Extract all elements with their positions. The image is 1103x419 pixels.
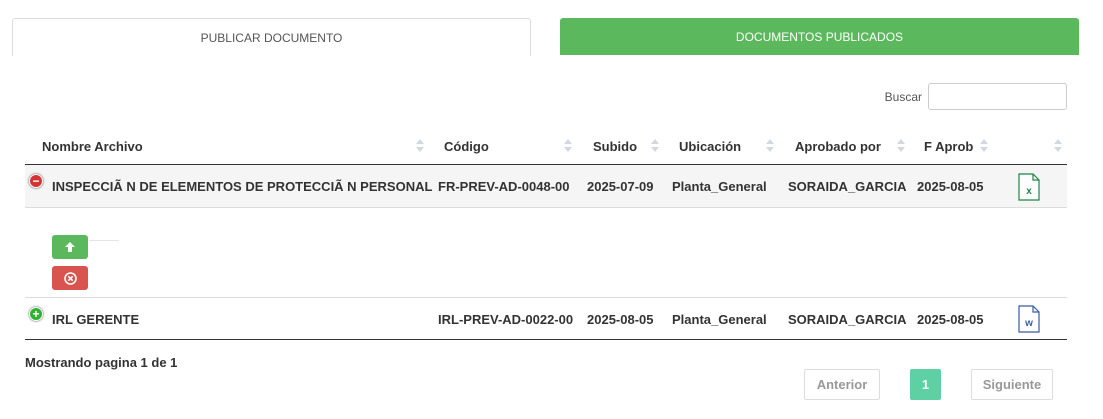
header-ubicacion[interactable]: Ubicación [679, 127, 741, 165]
delete-button[interactable] [52, 266, 88, 290]
cell-codigo: FR-PREV-AD-0048-00 [438, 179, 570, 194]
cell-nombre: IRL GERENTE [52, 312, 140, 327]
circle-x-icon [63, 271, 77, 285]
arrow-up-icon [65, 242, 75, 252]
row-detail [25, 208, 1067, 297]
upload-button[interactable] [52, 235, 88, 259]
sort-icon[interactable] [564, 139, 572, 153]
sort-icon[interactable] [897, 139, 905, 153]
cell-f-aprob: 2025-08-05 [917, 312, 984, 327]
search-label: Buscar [884, 89, 922, 104]
cell-ubicacion: Planta_General [672, 312, 767, 327]
documents-table: Nombre Archivo Código Subido Ubicación A… [25, 127, 1067, 340]
table-row: − INSPECCIÃ N DE ELEMENTOS DE PROTECCIÃ … [25, 165, 1067, 208]
pagination-info: Mostrando pagina 1 de 1 [25, 355, 178, 370]
sort-icon[interactable] [766, 139, 774, 153]
pagination-next-button[interactable]: Siguiente [971, 369, 1053, 400]
tab-documentos-publicados[interactable]: DOCUMENTOS PUBLICADOS [560, 18, 1079, 55]
collapse-row-icon[interactable]: − [29, 174, 43, 188]
header-aprobado-por[interactable]: Aprobado por [795, 127, 881, 165]
word-file-icon[interactable]: w [1018, 305, 1040, 333]
search-input[interactable] [928, 83, 1067, 110]
pagination-previous-button[interactable]: Anterior [804, 369, 880, 400]
cell-ubicacion: Planta_General [672, 179, 767, 194]
sort-icon[interactable] [416, 139, 424, 153]
expand-row-icon[interactable]: + [29, 307, 43, 321]
svg-text:w: w [1024, 318, 1033, 329]
header-codigo[interactable]: Código [444, 127, 489, 165]
tab-bar: PUBLICAR DOCUMENTO DOCUMENTOS PUBLICADOS [12, 18, 1080, 56]
pagination-page-1[interactable]: 1 [910, 369, 941, 400]
cell-nombre: INSPECCIÃ N DE ELEMENTOS DE PROTECCIÃ N … [52, 179, 433, 194]
tab-publicar-documento[interactable]: PUBLICAR DOCUMENTO [12, 18, 531, 56]
sort-icon[interactable] [980, 139, 988, 153]
table-header: Nombre Archivo Código Subido Ubicación A… [25, 127, 1067, 165]
cell-aprobado-por: SORAIDA_GARCIA [788, 312, 907, 327]
cell-subido: 2025-07-09 [587, 179, 654, 194]
header-subido[interactable]: Subido [593, 127, 637, 165]
header-nombre-archivo[interactable]: Nombre Archivo [42, 127, 143, 165]
table-row: + IRL GERENTE IRL-PREV-AD-0022-00 2025-0… [25, 297, 1067, 340]
sort-icon[interactable] [1054, 139, 1062, 153]
sort-icon[interactable] [651, 139, 659, 153]
cell-subido: 2025-08-05 [587, 312, 654, 327]
header-f-aprob[interactable]: F Aprob [924, 127, 973, 165]
divider [89, 240, 119, 241]
cell-codigo: IRL-PREV-AD-0022-00 [438, 312, 574, 327]
excel-file-icon[interactable]: x [1018, 173, 1040, 201]
cell-f-aprob: 2025-08-05 [917, 179, 984, 194]
search-area: Buscar [885, 83, 1067, 110]
cell-aprobado-por: SORAIDA_GARCIA [788, 179, 907, 194]
svg-text:x: x [1026, 186, 1032, 197]
